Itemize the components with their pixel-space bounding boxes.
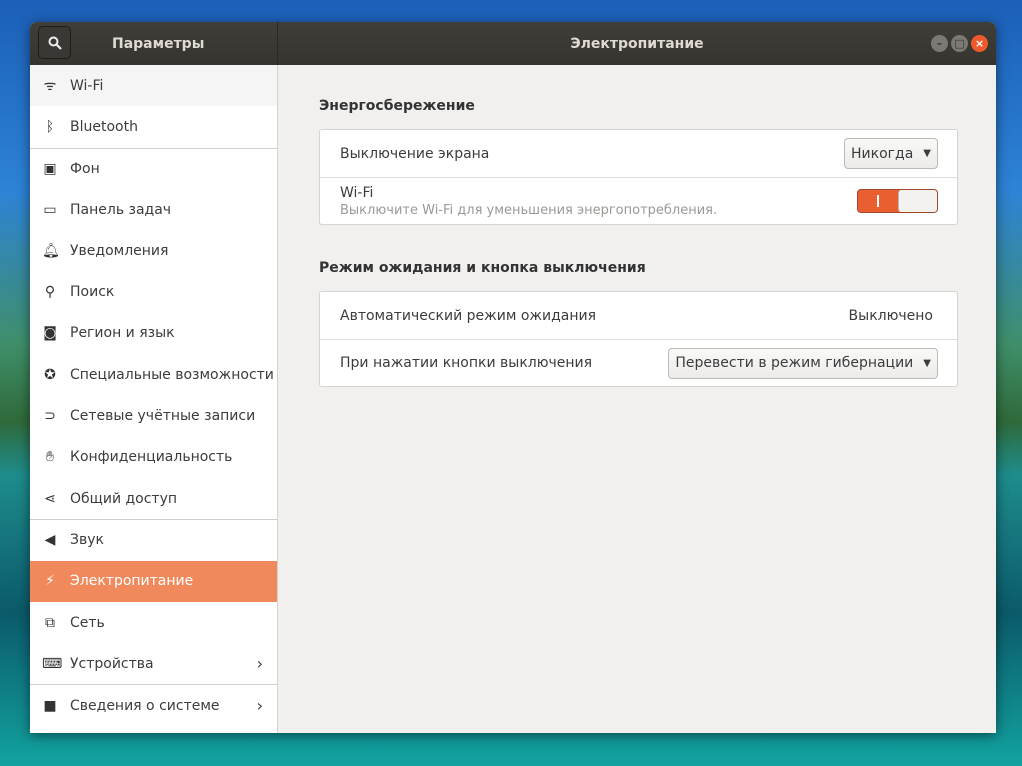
- search-icon: [48, 36, 62, 50]
- chevron-down-icon: ▼: [923, 357, 931, 369]
- sidebar-item-15[interactable]: ■ Сведения о системе ›: [30, 684, 277, 725]
- wifi-row: Wi-Fi Выключите Wi-Fi для уменьшения энер…: [320, 177, 957, 224]
- sidebar-item-6[interactable]: ◙ Регион и язык: [30, 313, 277, 354]
- blank-screen-value: Никогда: [851, 145, 914, 162]
- search-button[interactable]: [38, 26, 71, 59]
- suspend-list: Автоматический режим ожидания Выключено …: [319, 291, 958, 387]
- chevron-right-icon: ›: [256, 696, 263, 716]
- sidebar-item-13[interactable]: ⧉ Сеть: [30, 602, 277, 643]
- section-heading-suspend: Режим ожидания и кнопка выключения: [319, 260, 646, 276]
- sidebar-item-label: Звук: [70, 532, 104, 549]
- sidebar-item-3[interactable]: ▭ Панель задач: [30, 189, 277, 230]
- maximize-button[interactable]: □: [951, 35, 968, 52]
- sidebar-item-label: Bluetooth: [70, 118, 138, 135]
- sidebar-item-label: Общий доступ: [70, 490, 178, 507]
- sidebar-item-label: Сведения о системе: [70, 697, 220, 714]
- region-icon: ◙: [43, 325, 57, 342]
- power-button-row: При нажатии кнопки выключения Перевести …: [320, 339, 957, 386]
- power-button-value: Перевести в режим гибернации: [675, 355, 914, 371]
- page-title: Электропитание: [570, 35, 704, 52]
- sidebar-item-label: Регион и язык: [70, 325, 175, 342]
- hand-icon: ✋︎: [46, 449, 54, 466]
- search-icon: ⚲: [44, 284, 56, 301]
- network-icon: ⧉: [45, 614, 55, 631]
- sidebar-item-4[interactable]: 🔔︎ Уведомления: [30, 230, 277, 271]
- sidebar-item-11[interactable]: ◀ Звук: [30, 519, 277, 560]
- devices-icon: ⌨︎: [42, 655, 63, 672]
- bell-icon: 🔔︎: [42, 242, 60, 259]
- blank-screen-row: Выключение экрана Никогда ▼: [320, 130, 957, 177]
- sidebar-title: Параметры: [112, 35, 205, 52]
- sidebar-item-label: Уведомления: [70, 242, 169, 259]
- wifi-icon: ᯤ: [43, 78, 57, 95]
- chevron-down-icon: ▼: [923, 148, 931, 159]
- accessibility-icon: ✪: [44, 366, 56, 383]
- wifi-toggle[interactable]: [857, 189, 938, 213]
- sidebar-item-label: Специальные возможности: [70, 366, 274, 383]
- blank-screen-dropdown[interactable]: Никогда ▼: [844, 138, 938, 169]
- power-panel: Энергосбережение Выключение экрана Никог…: [279, 65, 996, 733]
- power-button-dropdown[interactable]: Перевести в режим гибернации ▼: [668, 347, 938, 379]
- sidebar-item-label: Панель задач: [70, 201, 172, 218]
- sidebar-item-10[interactable]: ⋖ Общий доступ: [30, 478, 277, 519]
- sidebar-item-2[interactable]: ▣ Фон: [30, 147, 277, 189]
- auto-suspend-label: Автоматический режим ожидания: [340, 307, 597, 324]
- sidebar-item-label: Конфиденциальность: [70, 449, 233, 466]
- sidebar-item-1[interactable]: ᛒ Bluetooth: [30, 106, 277, 147]
- sidebar-item-5[interactable]: ⚲ Поиск: [30, 271, 277, 312]
- share-icon: ⋖: [44, 490, 56, 507]
- close-button[interactable]: ×: [971, 35, 988, 52]
- auto-suspend-row[interactable]: Автоматический режим ожидания Выключено: [320, 292, 957, 339]
- wifi-label: Wi-Fi: [340, 184, 374, 201]
- sidebar-item-label: Wi-Fi: [70, 77, 104, 94]
- background-icon: ▣: [43, 160, 57, 177]
- power-button-label: При нажатии кнопки выключения: [340, 355, 593, 371]
- sidebar-item-label: Сетевые учётные записи: [70, 408, 256, 425]
- speaker-icon: ◀: [44, 532, 56, 549]
- online-accounts-icon: ⊃: [44, 408, 56, 425]
- sidebar-item-label: Устройства: [70, 655, 154, 672]
- sidebar: ᯤ Wi-Fi ᛒ Bluetooth ▣ Фон ▭ Панель задач 🔔︎ Уведо…: [30, 65, 278, 733]
- wifi-description: Выключите Wi-Fi для уменьшения энергопот…: [340, 202, 718, 218]
- sidebar-item-label: Фон: [70, 160, 100, 177]
- power-saving-list: Выключение экрана Никогда ▼ Wi-Fi Выключит…: [319, 129, 958, 225]
- minimize-button[interactable]: –: [931, 35, 948, 52]
- sidebar-item-label: Сеть: [70, 614, 105, 631]
- sidebar-item-7[interactable]: ✪ Специальные возможности: [30, 354, 277, 395]
- titlebar: Параметры Электропитание – □ ×: [30, 22, 996, 65]
- sidebar-item-0[interactable]: ᯤ Wi-Fi: [30, 65, 277, 107]
- power-icon: ⚡︎: [45, 573, 55, 590]
- sidebar-item-14[interactable]: ⌨︎ Устройства ›: [30, 643, 277, 684]
- sidebar-item-label: Электропитание: [70, 573, 194, 590]
- bluetooth-icon: ᛒ: [45, 118, 55, 135]
- section-heading-power-saving: Энергосбережение: [319, 98, 475, 114]
- info-icon: ■: [43, 697, 57, 714]
- blank-screen-label: Выключение экрана: [340, 145, 490, 162]
- auto-suspend-value: Выключено: [848, 307, 933, 324]
- chevron-right-icon: ›: [256, 654, 263, 674]
- sidebar-item-label: Поиск: [70, 284, 115, 301]
- sidebar-item-9[interactable]: ✋︎ Конфиденциальность: [30, 437, 277, 478]
- settings-window: Параметры Электропитание – □ × ᯤ Wi-Fi ᛒ Blue…: [30, 22, 996, 733]
- sidebar-item-8[interactable]: ⊃ Сетевые учётные записи: [30, 395, 277, 436]
- dock-icon: ▭: [43, 201, 57, 218]
- sidebar-item-12[interactable]: ⚡︎ Электропитание: [30, 560, 277, 602]
